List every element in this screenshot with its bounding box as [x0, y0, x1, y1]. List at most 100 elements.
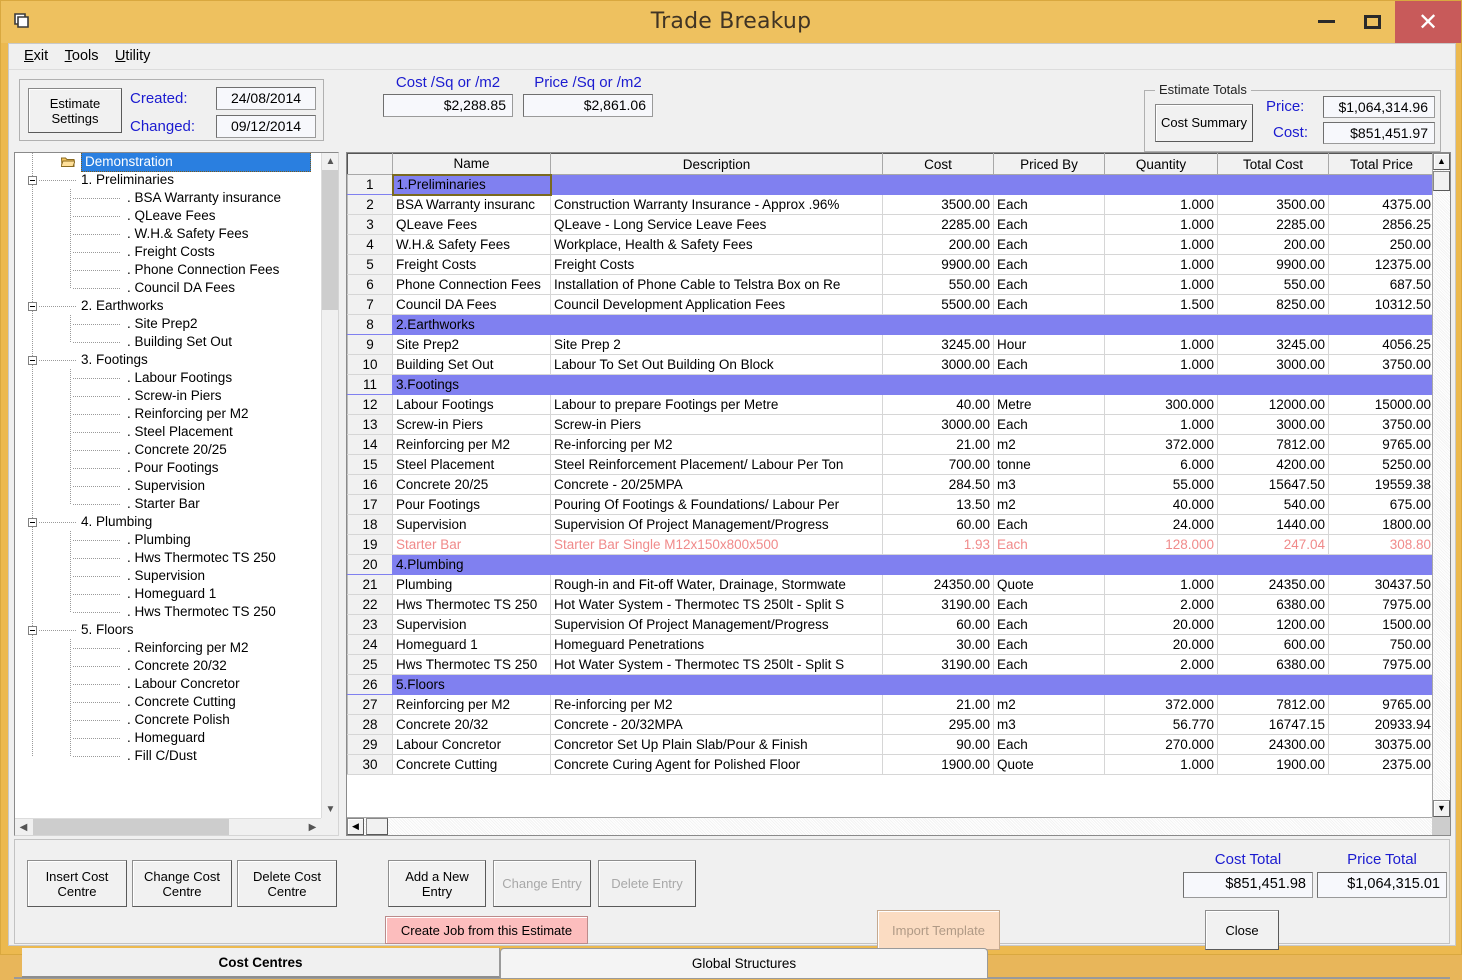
cell-name[interactable]: QLeave Fees: [392, 214, 551, 235]
create-job-button[interactable]: Create Job from this Estimate: [385, 916, 588, 944]
cell-quantity[interactable]: 372.000: [1104, 434, 1218, 455]
cell-priced-by[interactable]: Each: [993, 274, 1105, 295]
cell-quantity[interactable]: 1.000: [1104, 274, 1218, 295]
table-row[interactable]: 5 Freight Costs Freight Costs 9900.00 Each 1.…: [347, 254, 1435, 275]
cell-description[interactable]: Hot Water System - Thermotec TS 250lt - …: [550, 654, 883, 675]
table-row[interactable]: 4 W.H.& Safety Fees Workplace, Health & Sa…: [347, 234, 1435, 255]
cell-total-cost[interactable]: [1217, 174, 1329, 195]
cell-total-price[interactable]: 7975.00: [1328, 654, 1435, 675]
cell-priced-by[interactable]: [993, 554, 1105, 575]
cell-description[interactable]: [550, 554, 883, 575]
cell-description[interactable]: Screw-in Piers: [550, 414, 883, 435]
cell-quantity[interactable]: 270.000: [1104, 734, 1218, 755]
grid-column-header[interactable]: Quantity: [1104, 153, 1218, 175]
cell-name[interactable]: Building Set Out: [392, 354, 551, 375]
cell-total-price[interactable]: [1328, 174, 1435, 195]
tree-node-item[interactable]: . Pour Footings: [15, 459, 315, 477]
cell-quantity[interactable]: 128.000: [1104, 534, 1218, 555]
tree-scroll-up-icon[interactable]: ▲: [322, 153, 338, 170]
cell-name[interactable]: 4.Plumbing: [392, 554, 551, 575]
cell-cost[interactable]: 284.50: [882, 474, 994, 495]
cell-cost[interactable]: 1.93: [882, 534, 994, 555]
grid-scroll-left-icon[interactable]: ◀: [347, 818, 364, 835]
cell-total-cost[interactable]: 600.00: [1217, 634, 1329, 655]
cell-priced-by[interactable]: Each: [993, 534, 1105, 555]
table-row[interactable]: 8 2.Earthworks: [347, 314, 1435, 335]
row-number[interactable]: 2: [347, 194, 393, 215]
cell-total-price[interactable]: 2856.25: [1328, 214, 1435, 235]
cell-description[interactable]: Workplace, Health & Safety Fees: [550, 234, 883, 255]
cell-name[interactable]: Hws Thermotec TS 250: [392, 654, 551, 675]
row-number[interactable]: 10: [347, 354, 393, 375]
cell-quantity[interactable]: 1.000: [1104, 234, 1218, 255]
table-row[interactable]: 22 Hws Thermotec TS 250 Hot Water System -…: [347, 594, 1435, 615]
table-row[interactable]: 7 Council DA Fees Council Development Appl…: [347, 294, 1435, 315]
cell-description[interactable]: Installation of Phone Cable to Telstra B…: [550, 274, 883, 295]
cell-description[interactable]: Concretor Set Up Plain Slab/Pour & Finis…: [550, 734, 883, 755]
estimate-settings-button[interactable]: Estimate Settings: [28, 88, 122, 133]
row-number[interactable]: 11: [347, 374, 393, 395]
tree-node-item[interactable]: . Reinforcing per M2: [15, 405, 315, 423]
tree-node-item[interactable]: . Labour Footings: [15, 369, 315, 387]
row-number[interactable]: 7: [347, 294, 393, 315]
tree-scroll-down-icon[interactable]: ▼: [322, 801, 338, 818]
row-number[interactable]: 29: [347, 734, 393, 755]
cell-priced-by[interactable]: m2: [993, 694, 1105, 715]
cell-total-price[interactable]: 1800.00: [1328, 514, 1435, 535]
cell-cost[interactable]: 3190.00: [882, 594, 994, 615]
cell-name[interactable]: Screw-in Piers: [392, 414, 551, 435]
row-number[interactable]: 6: [347, 274, 393, 295]
cell-cost[interactable]: 700.00: [882, 454, 994, 475]
cell-quantity[interactable]: 2.000: [1104, 654, 1218, 675]
tab-cost-centres[interactable]: Cost Centres: [22, 948, 500, 978]
cell-name[interactable]: 3.Footings: [392, 374, 551, 395]
minimize-button[interactable]: [1303, 1, 1349, 43]
cell-description[interactable]: QLeave - Long Service Leave Fees: [550, 214, 883, 235]
row-number[interactable]: 20: [347, 554, 393, 575]
cell-cost[interactable]: 550.00: [882, 274, 994, 295]
cell-name[interactable]: Reinforcing per M2: [392, 694, 551, 715]
cell-priced-by[interactable]: Each: [993, 734, 1105, 755]
tree-node-item[interactable]: . Fill C/Dust: [15, 747, 315, 765]
table-row[interactable]: 19 Starter Bar Starter Bar Single M12x150x…: [347, 534, 1435, 555]
cell-priced-by[interactable]: m2: [993, 434, 1105, 455]
cell-priced-by[interactable]: Each: [993, 234, 1105, 255]
table-row[interactable]: 17 Pour Footings Pouring Of Footings & Fou…: [347, 494, 1435, 515]
tree-node-category[interactable]: 1. Preliminaries: [15, 171, 315, 189]
tree-node-item[interactable]: . Starter Bar: [15, 495, 315, 513]
cell-quantity[interactable]: 6.000: [1104, 454, 1218, 475]
grid-column-header[interactable]: Description: [550, 153, 883, 175]
cell-total-cost[interactable]: 6380.00: [1217, 594, 1329, 615]
cell-total-cost[interactable]: 16747.15: [1217, 714, 1329, 735]
cell-description[interactable]: Labour to prepare Footings per Metre: [550, 394, 883, 415]
cell-description[interactable]: Construction Warranty Insurance - Approx…: [550, 194, 883, 215]
cell-quantity[interactable]: 20.000: [1104, 634, 1218, 655]
cell-name[interactable]: Concrete 20/25: [392, 474, 551, 495]
cell-quantity[interactable]: 1.000: [1104, 194, 1218, 215]
cell-total-cost[interactable]: 3000.00: [1217, 354, 1329, 375]
table-row[interactable]: 16 Concrete 20/25 Concrete - 20/25MPA 284.5…: [347, 474, 1435, 495]
row-number[interactable]: 15: [347, 454, 393, 475]
tree-node-item[interactable]: . Screw-in Piers: [15, 387, 315, 405]
cost-summary-button[interactable]: Cost Summary: [1155, 104, 1253, 142]
cell-name[interactable]: Hws Thermotec TS 250: [392, 594, 551, 615]
cell-total-price[interactable]: 1500.00: [1328, 614, 1435, 635]
table-row[interactable]: 12 Labour Footings Labour to prepare Footi…: [347, 394, 1435, 415]
cell-name[interactable]: Concrete 20/32: [392, 714, 551, 735]
table-row[interactable]: 26 5.Floors: [347, 674, 1435, 695]
tree-node-item[interactable]: . Freight Costs: [15, 243, 315, 261]
cell-total-cost[interactable]: 1200.00: [1217, 614, 1329, 635]
tree-node-item[interactable]: . Concrete Polish: [15, 711, 315, 729]
cell-total-price[interactable]: 30437.50: [1328, 574, 1435, 595]
cell-priced-by[interactable]: Each: [993, 594, 1105, 615]
row-number[interactable]: 18: [347, 514, 393, 535]
cell-priced-by[interactable]: m2: [993, 494, 1105, 515]
tree-vertical-scrollbar[interactable]: ▲ ▼: [321, 153, 338, 818]
cell-cost[interactable]: 3000.00: [882, 414, 994, 435]
table-row[interactable]: 11 3.Footings: [347, 374, 1435, 395]
cell-total-cost[interactable]: [1217, 674, 1329, 695]
cell-quantity[interactable]: 1.500: [1104, 294, 1218, 315]
tree-node-item[interactable]: . Labour Concretor: [15, 675, 315, 693]
cell-priced-by[interactable]: [993, 174, 1105, 195]
tree-node-item[interactable]: . Plumbing: [15, 531, 315, 549]
